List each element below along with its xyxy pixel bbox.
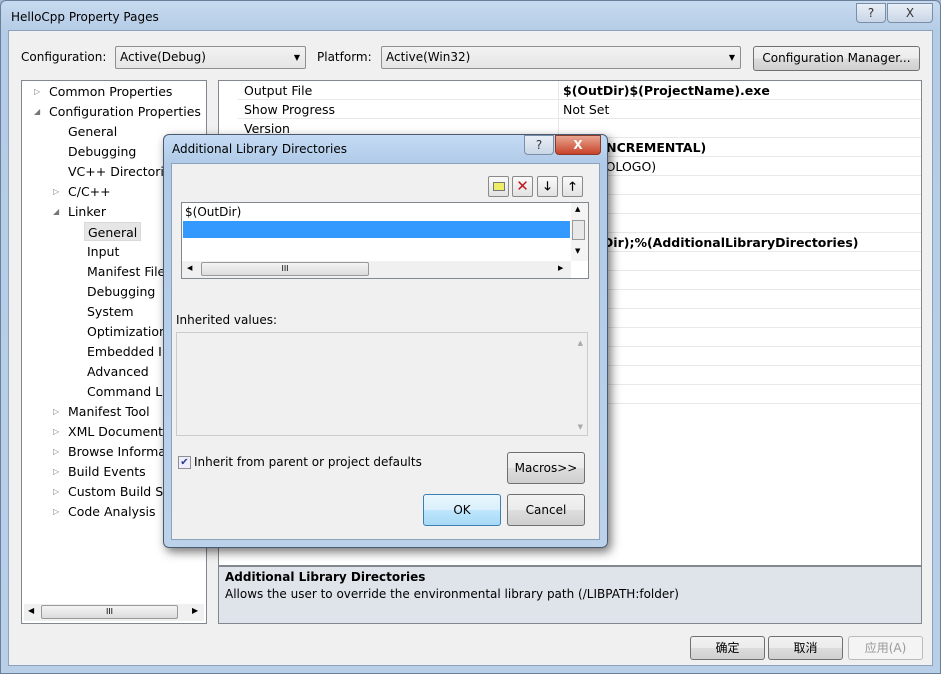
directory-list[interactable]: $(OutDir) ▲ ▼ ◀ III ▶ xyxy=(181,202,589,279)
configuration-manager-button[interactable]: Configuration Manager... xyxy=(753,46,920,71)
tree-item[interactable]: System xyxy=(84,302,137,321)
dialog-help-button[interactable]: ? xyxy=(524,135,554,155)
list-item[interactable]: $(OutDir) xyxy=(183,204,570,221)
platform-value: Active(Win32) xyxy=(386,50,471,64)
inherit-checkbox[interactable]: ✔ xyxy=(178,456,191,469)
cancel-button[interactable]: 取消 xyxy=(768,636,843,660)
tree-item[interactable]: Debugging xyxy=(84,282,158,301)
property-row[interactable]: Output File $(OutDir)$(ProjectName).exe xyxy=(238,81,921,100)
collapsed-arrow-icon[interactable]: ▷ xyxy=(53,407,63,416)
new-folder-icon xyxy=(492,182,505,191)
tree-item[interactable]: Code Analysis xyxy=(65,502,158,521)
description-panel: Additional Library Directories Allows th… xyxy=(218,566,922,624)
platform-dropdown[interactable]: Active(Win32) ▼ xyxy=(381,46,741,69)
delete-button[interactable]: ✕ xyxy=(512,176,533,197)
window-title: HelloCpp Property Pages xyxy=(11,10,159,24)
scroll-left-icon[interactable]: ◀ xyxy=(28,606,34,615)
configuration-label: Configuration: xyxy=(21,50,107,64)
list-vscrollbar[interactable]: ▲ ▼ xyxy=(571,203,588,261)
description-title: Additional Library Directories xyxy=(225,570,426,584)
dialog-title: Additional Library Directories xyxy=(172,142,348,156)
new-line-button[interactable] xyxy=(488,176,509,197)
scroll-up-icon[interactable]: ▲ xyxy=(575,205,580,213)
macros-button[interactable]: Macros>> xyxy=(507,452,585,484)
scroll-left-icon[interactable]: ◀ xyxy=(187,264,192,272)
chevron-down-icon: ▼ xyxy=(293,53,300,62)
inherit-checkbox-label[interactable]: Inherit from parent or project defaults xyxy=(194,455,422,469)
tree-item[interactable]: Advanced xyxy=(84,362,152,381)
dialog-client: ✕ 🡓 🡑 $(OutDir) ▲ ▼ ◀ III ▶ Inherited va… xyxy=(171,163,600,540)
collapsed-arrow-icon[interactable]: ▷ xyxy=(53,427,63,436)
dialog-cancel-button[interactable]: Cancel xyxy=(507,494,585,526)
inherited-values-box: ▲ ▼ xyxy=(176,332,588,436)
arrow-down-icon: 🡓 xyxy=(544,179,551,193)
move-up-button[interactable]: 🡑 xyxy=(562,176,583,197)
description-text: Allows the user to override the environm… xyxy=(225,587,679,601)
close-button[interactable]: X xyxy=(887,3,933,23)
collapsed-arrow-icon[interactable]: ▷ xyxy=(53,467,63,476)
tree-item[interactable]: Manifest Tool xyxy=(65,402,153,421)
scroll-down-icon[interactable]: ▼ xyxy=(575,247,580,255)
move-down-button[interactable]: 🡓 xyxy=(537,176,558,197)
configuration-dropdown[interactable]: Active(Debug) ▼ xyxy=(115,46,306,69)
collapsed-arrow-icon[interactable]: ▷ xyxy=(53,487,63,496)
tree-item[interactable]: Build Events xyxy=(65,462,149,481)
collapsed-arrow-icon[interactable]: ▷ xyxy=(53,447,63,456)
tree-item[interactable]: C/C++ xyxy=(65,182,114,201)
tree-item[interactable]: Input xyxy=(84,242,122,261)
delete-icon: ✕ xyxy=(516,177,529,195)
additional-library-directories-dialog: Additional Library Directories ? X ✕ 🡓 🡑… xyxy=(163,134,608,548)
tree-item[interactable]: Debugging xyxy=(65,142,139,161)
configuration-value: Active(Debug) xyxy=(120,50,206,64)
platform-label: Platform: xyxy=(317,50,372,64)
property-row[interactable]: Show Progress Not Set xyxy=(238,100,921,119)
apply-button[interactable]: 应用(A) xyxy=(848,636,923,660)
scroll-right-icon[interactable]: ▶ xyxy=(192,606,198,615)
tree-item[interactable]: Linker xyxy=(65,202,109,221)
tree-item[interactable]: General xyxy=(84,222,142,241)
tree-item[interactable]: Common Properties xyxy=(46,82,175,101)
tree-hscrollbar[interactable]: ◀ III ▶ xyxy=(24,604,204,621)
scroll-up-icon: ▲ xyxy=(577,339,583,347)
tree-item[interactable]: Manifest File xyxy=(84,262,168,281)
tree-scroll-thumb[interactable]: III xyxy=(41,605,178,619)
list-hscrollbar[interactable]: ◀ III ▶ xyxy=(182,261,571,278)
list-vscroll-thumb[interactable] xyxy=(572,220,585,240)
expanded-arrow-icon[interactable]: ◢ xyxy=(34,107,44,116)
inherited-values-label: Inherited values: xyxy=(176,313,277,327)
collapsed-arrow-icon[interactable]: ▷ xyxy=(53,507,63,516)
chevron-down-icon: ▼ xyxy=(728,53,735,62)
help-button[interactable]: ? xyxy=(856,3,886,23)
dialog-ok-button[interactable]: OK xyxy=(423,494,501,526)
collapsed-arrow-icon[interactable]: ▷ xyxy=(53,187,63,196)
ok-button[interactable]: 确定 xyxy=(690,636,765,660)
scroll-down-icon: ▼ xyxy=(577,423,583,431)
property-value[interactable]: $(OutDir)$(ProjectName).exe xyxy=(558,81,770,100)
collapsed-arrow-icon[interactable]: ▷ xyxy=(34,87,44,96)
property-value[interactable]: Not Set xyxy=(558,100,609,119)
scroll-right-icon[interactable]: ▶ xyxy=(558,264,563,272)
arrow-up-icon: 🡑 xyxy=(569,179,576,193)
tree-item[interactable]: General xyxy=(65,122,120,141)
tree-item[interactable]: Configuration Properties xyxy=(46,102,204,121)
dialog-close-button[interactable]: X xyxy=(555,135,601,155)
list-hscroll-thumb[interactable]: III xyxy=(201,262,369,276)
list-item-selected[interactable] xyxy=(183,221,570,238)
property-name: Show Progress xyxy=(244,102,336,117)
property-name: Output File xyxy=(244,83,313,98)
expanded-arrow-icon[interactable]: ◢ xyxy=(53,207,63,216)
tree-item[interactable]: Optimization xyxy=(84,322,170,341)
